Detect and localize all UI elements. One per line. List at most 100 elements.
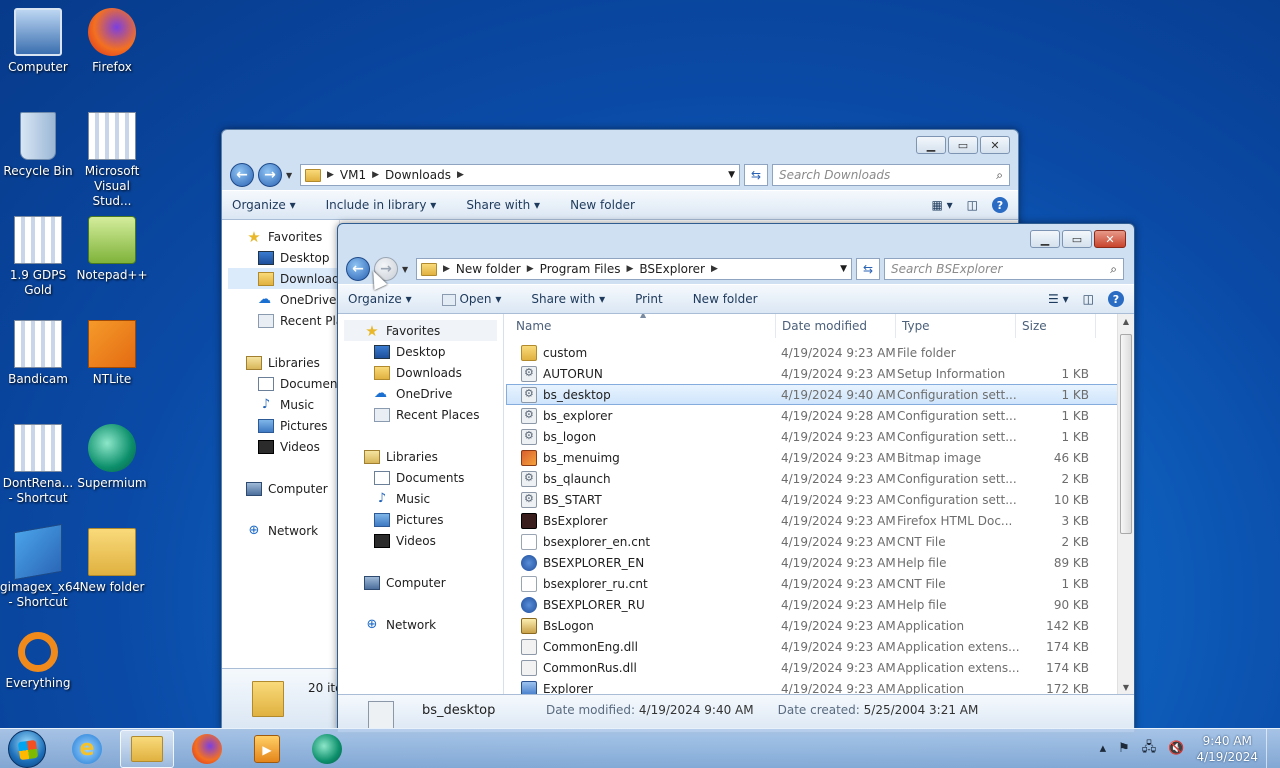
file-row[interactable]: BsLogon 4/19/2024 9:23 AM Application 142 K… [506, 615, 1134, 636]
breadcrumb-item[interactable]: BSExplorer [639, 262, 705, 276]
nav-desktop[interactable]: Desktop [344, 341, 503, 362]
search-input[interactable]: Search BSExplorer ⌕ [884, 258, 1124, 280]
taskbar-supermium[interactable] [300, 730, 354, 768]
column-type[interactable]: Type [896, 314, 1016, 338]
file-row[interactable]: BsExplorer 4/19/2024 9:23 AM Firefox HTML … [506, 510, 1134, 531]
file-row[interactable]: BSEXPLORER_RU 4/19/2024 9:23 AM Help file 9… [506, 594, 1134, 615]
file-row[interactable]: bs_desktop 4/19/2024 9:40 AMConfiguration… [506, 384, 1134, 405]
taskbar-firefox[interactable] [180, 730, 234, 768]
desktop-icon-gimagex-x64-shortcut[interactable]: gimagex_x64 - Shortcut [0, 523, 80, 610]
help-icon[interactable]: ? [1108, 291, 1124, 307]
nav-recent[interactable]: Recent Places [344, 404, 503, 425]
desktop-icon-computer[interactable]: Computer [0, 8, 76, 75]
minimize-button[interactable]: ▁ [916, 136, 946, 154]
refresh-icon[interactable]: ⇆ [856, 258, 880, 280]
file-row[interactable]: bs_explorer 4/19/2024 9:28 AMConfiguratio… [506, 405, 1134, 426]
scrollbar-thumb[interactable] [1120, 334, 1132, 534]
close-button[interactable]: ✕ [1094, 230, 1126, 248]
desktop-icon-dontrena-shortcut[interactable]: DontRena... - Shortcut [0, 424, 76, 506]
title-bar[interactable]: ▁ ▭ ✕ [222, 130, 1018, 160]
share-with-button[interactable]: Share with ▾ [531, 292, 605, 306]
file-row[interactable]: bs_qlaunch 4/19/2024 9:23 AMConfiguration… [506, 468, 1134, 489]
nav-network[interactable]: ⊕ Network [344, 614, 503, 635]
new-folder-button[interactable]: New folder [693, 292, 758, 306]
nav-onedrive[interactable]: ☁ OneDrive [228, 289, 339, 310]
nav-music[interactable]: ♪ Music [228, 394, 339, 415]
desktop-icon-recycle-bin[interactable]: Recycle Bin [0, 112, 76, 179]
nav-network[interactable]: ⊕ Network [228, 520, 339, 541]
breadcrumb-item[interactable]: New folder [456, 262, 521, 276]
nav-onedrive[interactable]: ☁ OneDrive [344, 383, 503, 404]
forward-button[interactable]: → [258, 163, 282, 187]
desktop-icon-1-9-gdps-gold[interactable]: 1.9 GDPS Gold [0, 216, 76, 298]
recent-pages-dropdown[interactable]: ▼ [286, 171, 296, 180]
address-bar[interactable]: ▶ VM1 ▶ Downloads ▶ ▼ [300, 164, 740, 186]
breadcrumb-item[interactable]: Downloads [385, 168, 451, 182]
organize-button[interactable]: Organize ▾ [348, 292, 412, 306]
print-button[interactable]: Print [635, 292, 663, 306]
desktop-icon-supermium[interactable]: Supermium [74, 424, 150, 491]
view-options-icon[interactable]: ▦ ▾ [931, 198, 952, 212]
refresh-icon[interactable]: ⇆ [744, 164, 768, 186]
breadcrumb-item[interactable]: Program Files [540, 262, 621, 276]
maximize-button[interactable]: ▭ [1062, 230, 1092, 248]
nav-favorites[interactable]: ★ Favorites [228, 226, 339, 247]
nav-downloads[interactable]: Downloads [344, 362, 503, 383]
network-status-icon[interactable]: 🖧 [1142, 738, 1157, 760]
nav-downloads[interactable]: Downloads [228, 268, 339, 289]
recent-pages-dropdown[interactable]: ▼ [402, 265, 412, 274]
show-hidden-icons-icon[interactable]: ▴ [1100, 741, 1107, 756]
desktop-icon-notepad[interactable]: Notepad++ [74, 216, 150, 283]
action-center-flag-icon[interactable]: ⚑ [1118, 741, 1130, 756]
desktop-icon-bandicam[interactable]: Bandicam [0, 320, 76, 387]
nav-computer[interactable]: Computer [228, 478, 339, 499]
file-list[interactable]: Name Date modified Type Size ▲ custom 4/1… [504, 314, 1134, 696]
file-row[interactable]: custom 4/19/2024 9:23 AM File folder [506, 342, 1134, 363]
file-row[interactable]: bs_logon 4/19/2024 9:23 AMConfiguration s… [506, 426, 1134, 447]
open-button[interactable]: Open ▾ [441, 292, 501, 306]
nav-documents[interactable]: Documents [228, 373, 339, 394]
nav-pictures[interactable]: Pictures [344, 509, 503, 530]
share-with-button[interactable]: Share with ▾ [466, 198, 540, 212]
include-in-library-button[interactable]: Include in library ▾ [326, 198, 437, 212]
nav-desktop[interactable]: Desktop [228, 247, 339, 268]
file-row[interactable]: BSEXPLORER_EN 4/19/2024 9:23 AM Help file 8… [506, 552, 1134, 573]
desktop-icon-firefox[interactable]: Firefox [74, 8, 150, 75]
close-button[interactable]: ✕ [980, 136, 1010, 154]
file-row[interactable]: CommonRus.dll 4/19/2024 9:23 AM Applicatio… [506, 657, 1134, 678]
breadcrumb-item[interactable]: VM1 [340, 168, 366, 182]
back-button[interactable]: ← [230, 163, 254, 187]
nav-documents[interactable]: Documents [344, 467, 503, 488]
desktop-icon-everything[interactable]: Everything [0, 632, 76, 691]
address-bar[interactable]: ▶ New folder ▶ Program Files ▶ BSExplore… [416, 258, 852, 280]
volume-muted-icon[interactable]: 🔇 [1168, 741, 1184, 756]
nav-libraries[interactable]: Libraries [228, 352, 339, 373]
preview-pane-icon[interactable]: ◫ [1083, 292, 1094, 306]
start-button[interactable] [8, 729, 46, 768]
nav-videos[interactable]: Videos [228, 436, 339, 457]
organize-button[interactable]: Organize ▾ [232, 198, 296, 212]
bsexplorer-window[interactable]: ▁ ▭ ✕ ← → ▼ ▶ New folder ▶ Program Files… [337, 223, 1135, 733]
taskbar-explorer[interactable] [120, 729, 174, 768]
show-desktop-button[interactable] [1266, 729, 1280, 768]
taskbar-media-player[interactable]: ▶ [240, 730, 294, 768]
preview-pane-icon[interactable]: ◫ [967, 198, 978, 212]
maximize-button[interactable]: ▭ [948, 136, 978, 154]
view-options-icon[interactable]: ☰ ▾ [1048, 292, 1069, 306]
file-row[interactable]: bsexplorer_ru.cnt 4/19/2024 9:23 AM CNT Fi… [506, 573, 1134, 594]
nav-favorites[interactable]: ★ Favorites [344, 320, 497, 341]
file-row[interactable]: bs_menuimg 4/19/2024 9:23 AM Bitmap image 4… [506, 447, 1134, 468]
desktop-icon-new-folder[interactable]: New folder [74, 528, 150, 595]
column-date-modified[interactable]: Date modified [776, 314, 896, 338]
address-dropdown[interactable]: ▼ [728, 170, 735, 180]
desktop-icon-ntlite[interactable]: NTLite [74, 320, 150, 387]
nav-computer[interactable]: Computer [344, 572, 503, 593]
nav-videos[interactable]: Videos [344, 530, 503, 551]
minimize-button[interactable]: ▁ [1030, 230, 1060, 248]
file-row[interactable]: BS_START 4/19/2024 9:23 AMConfiguration s… [506, 489, 1134, 510]
nav-recent[interactable]: Recent Places [228, 310, 339, 331]
address-dropdown[interactable]: ▼ [840, 264, 847, 274]
title-bar[interactable]: ▁ ▭ ✕ [338, 224, 1134, 254]
new-folder-button[interactable]: New folder [570, 198, 635, 212]
desktop-icon-microsoft-visual-stud[interactable]: Microsoft Visual Stud... [74, 112, 150, 209]
